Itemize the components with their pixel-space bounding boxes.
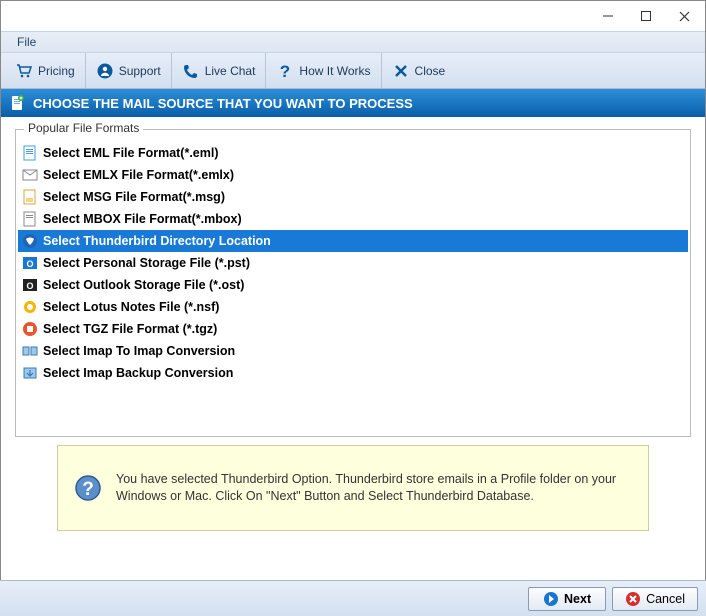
format-eml-label: Select EML File Format(*.eml) xyxy=(43,144,219,162)
format-emlx[interactable]: Select EMLX File Format(*.emlx) xyxy=(18,164,688,186)
mbox-file-icon xyxy=(22,211,38,227)
cancel-button[interactable]: Cancel xyxy=(612,587,698,611)
close-icon xyxy=(679,11,690,22)
support-label: Support xyxy=(119,64,161,78)
imap-sync-icon xyxy=(22,343,38,359)
lotus-notes-icon xyxy=(22,299,38,315)
format-imap-to-imap[interactable]: Select Imap To Imap Conversion xyxy=(18,340,688,362)
format-mbox-label: Select MBOX File Format(*.mbox) xyxy=(43,210,242,228)
howitworks-label: How It Works xyxy=(299,64,370,78)
cancel-circle-icon xyxy=(625,591,641,607)
thunderbird-icon xyxy=(22,233,38,249)
fieldset-legend: Popular File Formats xyxy=(24,121,143,135)
svg-text:?: ? xyxy=(82,479,94,500)
next-label: Next xyxy=(564,592,591,606)
pricing-button[interactable]: Pricing xyxy=(5,53,86,88)
cart-icon xyxy=(15,62,33,80)
format-list: Select EML File Format(*.eml) Select EML… xyxy=(18,142,688,384)
question-circle-icon: ? xyxy=(74,474,102,502)
window-titlebar xyxy=(1,1,705,31)
format-thunderbird[interactable]: Select Thunderbird Directory Location xyxy=(18,230,688,252)
format-imap-backup[interactable]: Select Imap Backup Conversion xyxy=(18,362,688,384)
format-eml[interactable]: Select EML File Format(*.eml) xyxy=(18,142,688,164)
content-area: Popular File Formats Select EML File For… xyxy=(1,117,705,537)
info-text: You have selected Thunderbird Option. Th… xyxy=(116,471,632,505)
format-tgz-label: Select TGZ File Format (*.tgz) xyxy=(43,320,217,338)
menu-file[interactable]: File xyxy=(11,33,42,51)
formats-fieldset: Popular File Formats Select EML File For… xyxy=(15,129,691,437)
x-icon xyxy=(392,62,410,80)
format-msg-label: Select MSG File Format(*.msg) xyxy=(43,188,225,206)
outlook-ost-icon: O xyxy=(22,277,38,293)
format-nsf-label: Select Lotus Notes File (*.nsf) xyxy=(43,298,219,316)
support-button[interactable]: Support xyxy=(86,53,172,88)
menubar: File xyxy=(1,31,705,53)
minimize-icon xyxy=(603,11,613,21)
format-tgz[interactable]: Select TGZ File Format (*.tgz) xyxy=(18,318,688,340)
format-imap2imap-label: Select Imap To Imap Conversion xyxy=(43,342,235,360)
livechat-label: Live Chat xyxy=(205,64,256,78)
headset-icon xyxy=(96,62,114,80)
howitworks-button[interactable]: ? How It Works xyxy=(266,53,381,88)
close-label: Close xyxy=(415,64,446,78)
phone-icon xyxy=(182,62,200,80)
svg-text:O: O xyxy=(26,281,33,291)
maximize-icon xyxy=(641,11,651,21)
envelope-icon xyxy=(22,167,38,183)
arrow-right-icon xyxy=(543,591,559,607)
format-ost[interactable]: O Select Outlook Storage File (*.ost) xyxy=(18,274,688,296)
tgz-archive-icon xyxy=(22,321,38,337)
outlook-pst-icon: O xyxy=(22,255,38,271)
msg-file-icon xyxy=(22,189,38,205)
livechat-button[interactable]: Live Chat xyxy=(172,53,267,88)
close-window-button[interactable] xyxy=(665,2,703,30)
question-icon: ? xyxy=(276,62,294,80)
pricing-label: Pricing xyxy=(38,64,75,78)
format-mbox[interactable]: Select MBOX File Format(*.mbox) xyxy=(18,208,688,230)
format-pst-label: Select Personal Storage File (*.pst) xyxy=(43,254,250,272)
format-imapbackup-label: Select Imap Backup Conversion xyxy=(43,364,233,382)
minimize-button[interactable] xyxy=(589,2,627,30)
svg-text:O: O xyxy=(26,259,33,269)
document-plus-icon xyxy=(9,95,25,111)
next-button[interactable]: Next xyxy=(528,587,606,611)
format-msg[interactable]: Select MSG File Format(*.msg) xyxy=(18,186,688,208)
svg-text:?: ? xyxy=(280,62,290,80)
format-emlx-label: Select EMLX File Format(*.emlx) xyxy=(43,166,234,184)
imap-backup-icon xyxy=(22,365,38,381)
toolbar: Pricing Support Live Chat ? How It Works… xyxy=(1,53,705,89)
page-title: CHOOSE THE MAIL SOURCE THAT YOU WANT TO … xyxy=(33,96,413,111)
format-thunderbird-label: Select Thunderbird Directory Location xyxy=(43,232,271,250)
info-box: ? You have selected Thunderbird Option. … xyxy=(57,445,649,531)
format-pst[interactable]: O Select Personal Storage File (*.pst) xyxy=(18,252,688,274)
format-ost-label: Select Outlook Storage File (*.ost) xyxy=(43,276,244,294)
eml-file-icon xyxy=(22,145,38,161)
close-app-button[interactable]: Close xyxy=(382,53,456,88)
footer-bar: Next Cancel xyxy=(0,580,706,616)
cancel-label: Cancel xyxy=(646,592,685,606)
page-header: CHOOSE THE MAIL SOURCE THAT YOU WANT TO … xyxy=(1,89,705,117)
maximize-button[interactable] xyxy=(627,2,665,30)
format-nsf[interactable]: Select Lotus Notes File (*.nsf) xyxy=(18,296,688,318)
